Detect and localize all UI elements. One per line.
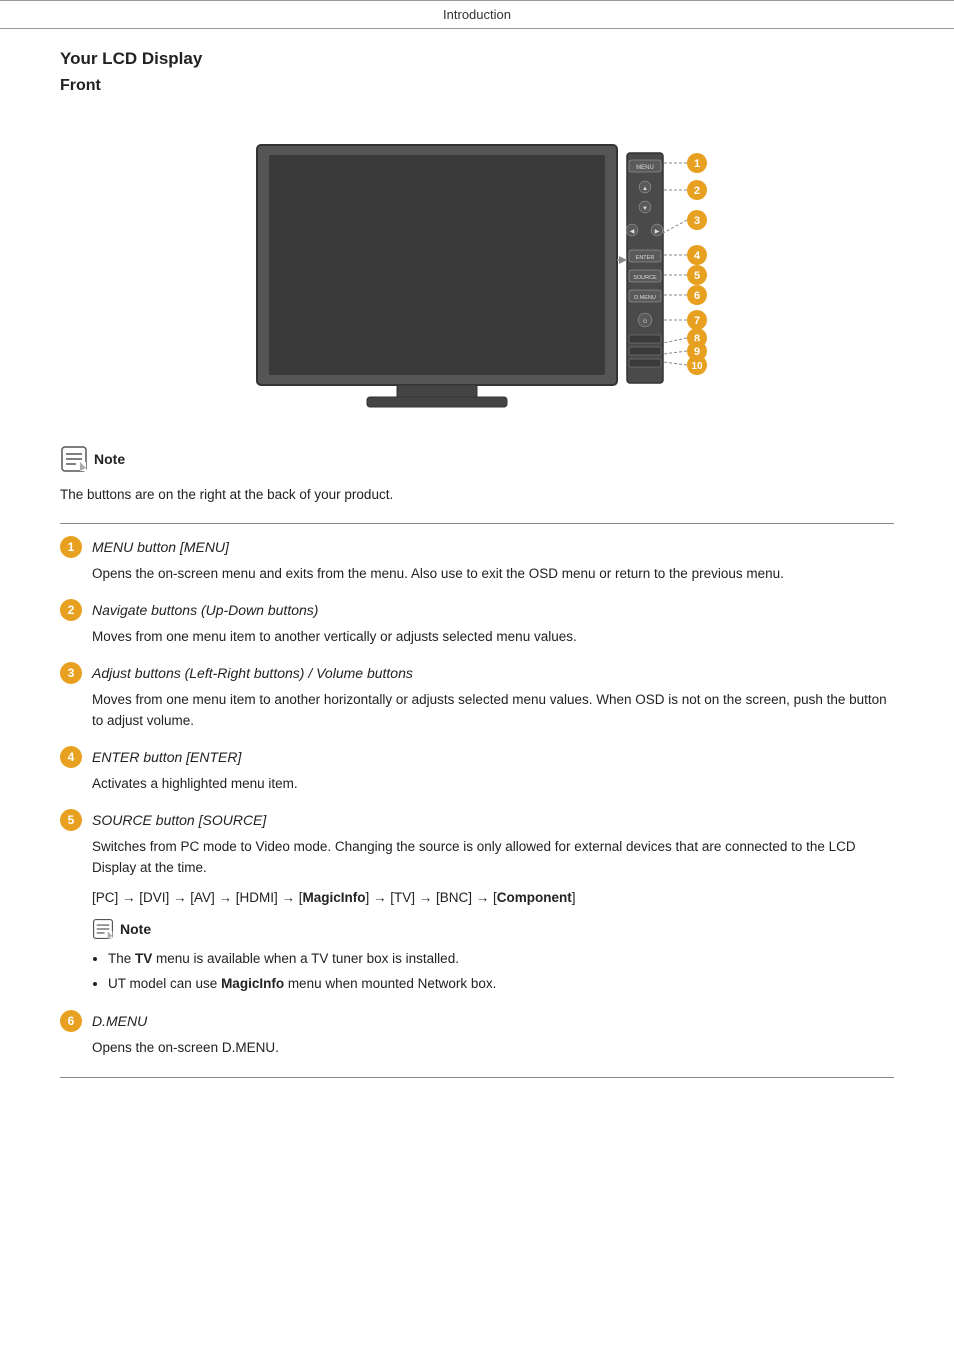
divider-bottom [60,1077,894,1078]
button-name-6: D.MENU [92,1013,147,1029]
button-header-6: 6 D.MENU [60,1010,894,1032]
source-chain: [PC] → [DVI] → [AV] → [HDMI] → [MagicInf… [92,887,894,909]
button-name-2: Navigate buttons (Up-Down buttons) [92,602,318,618]
main-content: Your LCD Display Front MENU ▲ [0,49,954,1078]
button-name-1: MENU button [MENU] [92,539,229,555]
svg-text:▼: ▼ [642,206,648,212]
svg-text:SOURCE: SOURCE [633,275,657,281]
button-item-5: 5 SOURCE button [SOURCE] Switches from P… [60,809,894,996]
svg-text:6: 6 [694,290,700,302]
diagram-area: MENU ▲ ▼ ◀ ▶ ENTER SOURCE D.MENU [60,115,894,415]
badge-4: 4 [60,746,82,768]
bullet-1: The TV menu is available when a TV tuner… [108,948,894,971]
note-text: The buttons are on the right at the back… [60,485,894,505]
svg-text:D.MENU: D.MENU [634,295,656,301]
divider-top [60,523,894,524]
note-label: Note [94,451,125,467]
header-title: Introduction [443,7,511,22]
button-item-3: 3 Adjust buttons (Left-Right buttons) / … [60,662,894,732]
svg-text:7: 7 [694,315,700,327]
svg-text:ENTER: ENTER [636,255,655,261]
svg-text:5: 5 [694,270,700,282]
source-note-label: Note [120,921,151,937]
button-header-3: 3 Adjust buttons (Left-Right buttons) / … [60,662,894,684]
button-desc-2: Moves from one menu item to another vert… [92,627,894,648]
source-bullets: The TV menu is available when a TV tuner… [92,948,894,996]
svg-text:▲: ▲ [642,186,648,192]
button-desc-3: Moves from one menu item to another hori… [92,690,894,732]
button-header-2: 2 Navigate buttons (Up-Down buttons) [60,599,894,621]
subsection-title: Front [60,77,894,95]
svg-text:◀: ◀ [630,229,635,235]
button-header-5: 5 SOURCE button [SOURCE] [60,809,894,831]
button-name-5: SOURCE button [SOURCE] [92,812,266,828]
button-desc-4: Activates a highlighted menu item. [92,774,894,795]
svg-text:4: 4 [694,250,701,262]
button-desc-6: Opens the on-screen D.MENU. [92,1038,894,1059]
svg-text:10: 10 [691,361,703,372]
button-item-2: 2 Navigate buttons (Up-Down buttons) Mov… [60,599,894,648]
button-desc-1: Opens the on-screen menu and exits from … [92,564,894,585]
note-box: Note [60,445,894,473]
badge-3: 3 [60,662,82,684]
source-note-box: Note [92,918,894,940]
badge-6: 6 [60,1010,82,1032]
button-desc-5: Switches from PC mode to Video mode. Cha… [92,837,894,879]
button-name-3: Adjust buttons (Left-Right buttons) / Vo… [92,665,413,681]
svg-text:⏻: ⏻ [643,319,647,325]
bullet-2: UT model can use MagicInfo menu when mou… [108,973,894,996]
badge-2: 2 [60,599,82,621]
badge-1: 1 [60,536,82,558]
button-list: 1 MENU button [MENU] Opens the on-screen… [60,536,894,1059]
button-item-6: 6 D.MENU Opens the on-screen D.MENU. [60,1010,894,1059]
badge-5: 5 [60,809,82,831]
svg-text:MENU: MENU [636,165,654,171]
svg-text:2: 2 [694,185,700,197]
svg-text:1: 1 [694,158,700,170]
button-name-4: ENTER button [ENTER] [92,749,241,765]
button-header-1: 1 MENU button [MENU] [60,536,894,558]
svg-text:▶: ▶ [655,229,660,235]
button-header-4: 4 ENTER button [ENTER] [60,746,894,768]
button-item-1: 1 MENU button [MENU] Opens the on-screen… [60,536,894,585]
source-note-icon [92,918,114,940]
section-title: Your LCD Display [60,49,894,69]
note-icon [60,445,88,473]
button-item-4: 4 ENTER button [ENTER] Activates a highl… [60,746,894,795]
page-header: Introduction [0,0,954,29]
svg-text:3: 3 [694,215,700,227]
monitor-diagram: MENU ▲ ▼ ◀ ▶ ENTER SOURCE D.MENU [197,125,757,415]
